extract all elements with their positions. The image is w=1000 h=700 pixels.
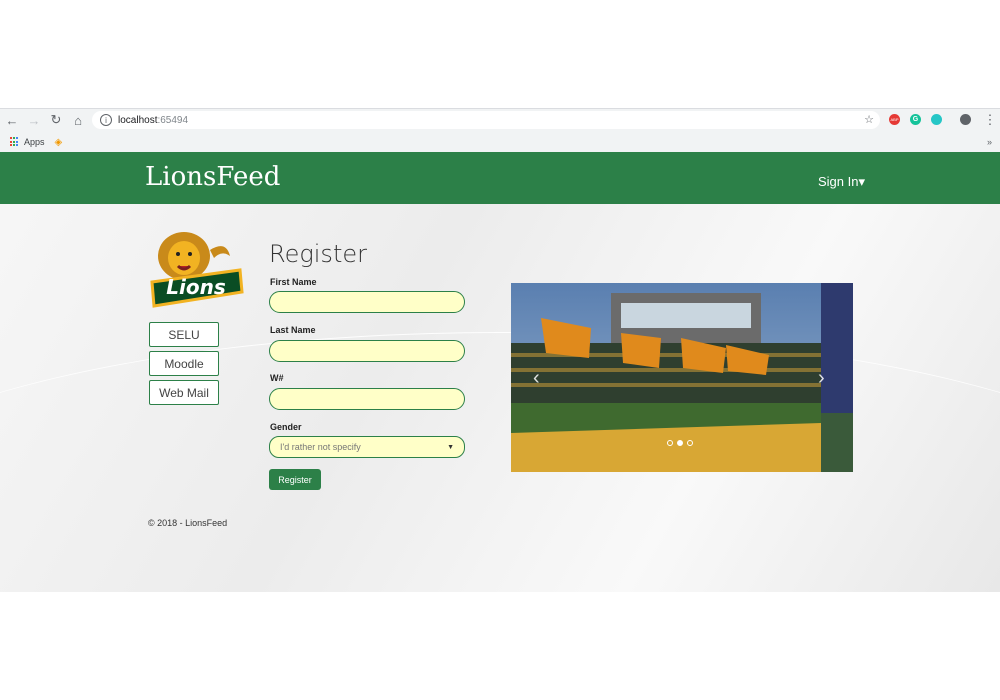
lions-logo: Lions xyxy=(148,230,246,310)
carousel-dot-3[interactable] xyxy=(687,440,693,446)
browser-chrome: ← → ↻ ⌂ i localhost:65494 ☆ ABP G ⋮ Apps… xyxy=(0,108,1000,153)
carousel-dot-2[interactable] xyxy=(677,440,683,446)
carousel-dot-1[interactable] xyxy=(667,440,673,446)
info-icon[interactable]: i xyxy=(100,114,112,126)
gender-select-value: I'd rather not specify xyxy=(280,442,361,452)
selu-link[interactable]: SELU xyxy=(149,322,219,347)
moodle-link[interactable]: Moodle xyxy=(149,351,219,376)
apps-icon[interactable] xyxy=(10,137,20,147)
carousel-prev-icon[interactable]: ‹ xyxy=(533,367,540,390)
reload-icon[interactable]: ↻ xyxy=(46,110,66,130)
site-header: LionsFeed Sign In▾ xyxy=(0,152,1000,204)
image-carousel[interactable]: ‹ › xyxy=(511,283,853,472)
extension-icon[interactable] xyxy=(931,114,942,125)
apps-bookmark[interactable]: Apps xyxy=(24,137,45,147)
first-name-input[interactable] xyxy=(269,291,465,313)
menu-kebab-icon[interactable]: ⋮ xyxy=(980,110,1000,130)
brand-logo-text[interactable]: LionsFeed xyxy=(145,162,280,192)
bookmarks-bar: Apps ◈ » xyxy=(0,132,1000,152)
carousel-indicators xyxy=(667,440,693,446)
sign-in-dropdown[interactable]: Sign In▾ xyxy=(818,174,865,190)
url-port: :65494 xyxy=(157,114,189,126)
adblock-icon[interactable]: ABP xyxy=(889,114,900,125)
footer-copyright: © 2018 - LionsFeed xyxy=(148,518,228,528)
carousel-next-icon[interactable]: › xyxy=(818,367,825,390)
browser-toolbar: ← → ↻ ⌂ i localhost:65494 ☆ ABP G ⋮ xyxy=(0,109,1000,131)
grammarly-icon[interactable]: G xyxy=(910,114,921,125)
svg-text:Lions: Lions xyxy=(166,275,226,299)
page-title: Register xyxy=(269,240,367,268)
gender-label: Gender xyxy=(270,422,302,432)
bookmark-star-icon[interactable]: ☆ xyxy=(864,113,874,126)
first-name-label: First Name xyxy=(270,277,317,287)
chevron-down-icon: ▼ xyxy=(447,443,454,451)
forward-icon[interactable]: → xyxy=(24,110,44,130)
register-button[interactable]: Register xyxy=(269,469,321,490)
page-viewport: LionsFeed Sign In▾ Lions SELU Moodle Web… xyxy=(0,152,1000,592)
webmail-link[interactable]: Web Mail xyxy=(149,380,219,405)
bookmarks-overflow-icon[interactable]: » xyxy=(987,137,992,147)
last-name-label: Last Name xyxy=(270,325,316,335)
profile-avatar[interactable] xyxy=(960,114,971,125)
back-icon[interactable]: ← xyxy=(2,110,22,130)
bookmark-diamond-icon[interactable]: ◈ xyxy=(55,137,63,148)
url-host: localhost xyxy=(118,114,158,126)
gender-select[interactable]: I'd rather not specify ▼ xyxy=(269,436,465,458)
last-name-input[interactable] xyxy=(269,340,465,362)
w-number-input[interactable] xyxy=(269,388,465,410)
address-bar[interactable]: i localhost:65494 ☆ xyxy=(92,111,880,129)
home-icon[interactable]: ⌂ xyxy=(68,110,88,130)
w-number-label: W# xyxy=(270,373,284,383)
